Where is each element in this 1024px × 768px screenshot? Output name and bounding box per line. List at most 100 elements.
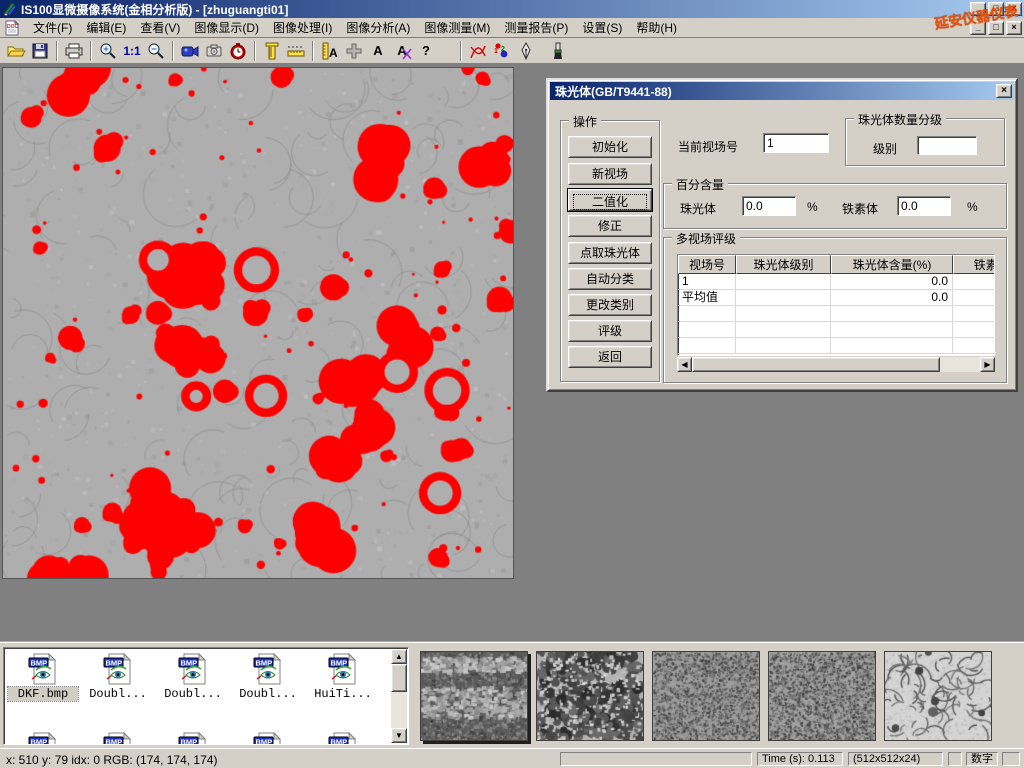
file-item-partial[interactable]: BMP bbox=[177, 732, 209, 745]
svg-text:BMP: BMP bbox=[31, 738, 48, 746]
mdi-close-button[interactable]: × bbox=[1006, 21, 1022, 35]
scroll-up-icon[interactable]: ▲ bbox=[391, 649, 407, 664]
new-field-button[interactable]: 新视场 bbox=[568, 163, 652, 185]
file-item-partial[interactable]: BMP bbox=[102, 732, 134, 745]
current-field-label: 当前视场号 bbox=[678, 138, 738, 155]
video-capture-button[interactable] bbox=[178, 39, 202, 63]
caliper-button[interactable] bbox=[260, 39, 284, 63]
cell: 平均值 bbox=[678, 290, 736, 306]
svg-text:BMP: BMP bbox=[181, 738, 198, 746]
correct-button[interactable]: 修正 bbox=[568, 215, 652, 237]
auto-classify-button[interactable]: 自动分类 bbox=[568, 268, 652, 290]
file-item-partial[interactable]: BMP bbox=[27, 732, 59, 745]
pick-pearlite-button[interactable]: 点取珠光体 bbox=[568, 242, 652, 264]
timer-button[interactable] bbox=[226, 39, 250, 63]
snapshot-button[interactable] bbox=[202, 39, 226, 63]
menu-item-image-measure[interactable]: 图像测量(M) bbox=[417, 17, 497, 38]
menu-item-image-analysis[interactable]: 图像分析(A) bbox=[339, 17, 417, 38]
bmp-file-icon: BMP bbox=[102, 653, 134, 685]
file-item[interactable]: BMPHuiTi... bbox=[308, 653, 378, 701]
horizontal-ruler-icon bbox=[286, 41, 306, 61]
table-row[interactable]: 1 0.0 bbox=[678, 274, 995, 290]
text-a-icon: A bbox=[373, 43, 382, 58]
help-button[interactable]: ? bbox=[414, 39, 438, 63]
file-item-partial[interactable]: BMP bbox=[327, 732, 359, 745]
dialog-close-icon[interactable]: × bbox=[996, 84, 1012, 98]
ruler-button[interactable] bbox=[284, 39, 308, 63]
file-name[interactable]: Doubl... bbox=[158, 687, 228, 701]
scroll-down-icon[interactable]: ▼ bbox=[391, 728, 407, 743]
count-label-button[interactable]: 21 bbox=[490, 39, 514, 63]
header-field-no[interactable]: 视场号 bbox=[678, 255, 736, 274]
document-icon[interactable]: DOC bbox=[4, 20, 20, 36]
change-class-button[interactable]: 更改类别 bbox=[568, 294, 652, 316]
help-icon: ? bbox=[422, 43, 430, 58]
file-item[interactable]: BMP Doubl... bbox=[83, 653, 153, 701]
ferrite-percent-input[interactable] bbox=[897, 196, 951, 216]
move-button[interactable] bbox=[342, 39, 366, 63]
bmp-file-icon: BMP bbox=[177, 732, 209, 745]
menu-item-edit[interactable]: 编辑(E) bbox=[79, 17, 133, 38]
toolbar: 1:1 A A A ? 21 bbox=[0, 38, 1024, 64]
micrograph-binarized-image[interactable] bbox=[2, 67, 514, 579]
file-item[interactable]: BMPDoubl... bbox=[158, 653, 228, 701]
text-button[interactable]: A bbox=[366, 39, 390, 63]
bmp-file-icon: BMP bbox=[27, 732, 59, 745]
current-field-input[interactable] bbox=[763, 133, 829, 153]
file-name[interactable]: Doubl... bbox=[83, 687, 153, 701]
save-button[interactable] bbox=[28, 39, 52, 63]
status-panel-time: Time (s): 0.113 bbox=[757, 752, 843, 766]
brush-button[interactable] bbox=[546, 39, 570, 63]
scroll-left-icon[interactable]: ◀ bbox=[677, 357, 692, 372]
text-effects-button[interactable]: A bbox=[390, 39, 414, 63]
thumbnail-image-4[interactable] bbox=[768, 651, 876, 741]
print-button[interactable] bbox=[62, 39, 86, 63]
header-ferrite-content[interactable]: 铁素体含量(%) bbox=[953, 255, 995, 274]
return-button[interactable]: 返回 bbox=[568, 346, 652, 368]
scroll-right-icon[interactable]: ▶ bbox=[980, 357, 995, 372]
menu-item-file[interactable]: 文件(F) bbox=[26, 17, 79, 38]
bmp-file-icon: BMP bbox=[252, 653, 284, 685]
thumbnail-image-1[interactable] bbox=[420, 651, 528, 741]
thumbnail-image-5[interactable] bbox=[884, 651, 992, 741]
file-item[interactable]: BMP Doubl... bbox=[233, 653, 303, 701]
bmp-file-icon: BMP bbox=[252, 732, 284, 745]
actual-size-button[interactable]: 1:1 bbox=[120, 39, 144, 63]
table-row[interactable]: 平均值 0.0 bbox=[678, 290, 995, 306]
thumbnail-image-2[interactable] bbox=[536, 651, 644, 741]
dialog-title-bar[interactable]: 珠光体(GB/T9441-88) bbox=[550, 82, 1014, 100]
file-name[interactable]: Doubl... bbox=[233, 687, 303, 701]
menu-item-view[interactable]: 查看(V) bbox=[133, 17, 187, 38]
svg-text:BMP: BMP bbox=[106, 738, 123, 746]
pearlite-percent-input[interactable] bbox=[742, 196, 796, 216]
measure-text-button[interactable]: A bbox=[318, 39, 342, 63]
status-bar: x: 510 y: 79 idx: 0 RGB: (174, 174, 174)… bbox=[0, 748, 1024, 768]
spline-button[interactable] bbox=[466, 39, 490, 63]
mdi-client-area: 珠光体(GB/T9441-88) × 操作 初始化 新视场 二值化 修正 点取珠… bbox=[0, 64, 1024, 641]
percent-group-label: 百分含量 bbox=[672, 176, 728, 193]
zoom-out-button[interactable] bbox=[144, 39, 168, 63]
menu-item-settings[interactable]: 设置(S) bbox=[575, 17, 629, 38]
thumbnail-image-3[interactable] bbox=[652, 651, 760, 741]
header-pearlite-level[interactable]: 珠光体级别 bbox=[736, 255, 831, 274]
initialize-button[interactable]: 初始化 bbox=[568, 136, 652, 158]
header-pearlite-content[interactable]: 珠光体含量(%) bbox=[831, 255, 953, 274]
file-item-partial[interactable]: BMP bbox=[252, 732, 284, 745]
zoom-in-button[interactable] bbox=[96, 39, 120, 63]
level-input[interactable] bbox=[917, 136, 977, 155]
pen-button[interactable] bbox=[514, 39, 538, 63]
menu-item-image-processing[interactable]: 图像处理(I) bbox=[266, 17, 339, 38]
grade-button[interactable]: 评级 bbox=[568, 320, 652, 342]
open-folder-icon bbox=[6, 41, 26, 61]
file-name[interactable]: DKF.bmp bbox=[8, 687, 78, 701]
scrollbar-thumb[interactable] bbox=[391, 664, 407, 692]
file-item[interactable]: BMPDKF.bmp bbox=[8, 653, 78, 701]
scrollbar-thumb[interactable] bbox=[692, 357, 940, 372]
menu-item-measure-report[interactable]: 测量报告(P) bbox=[497, 17, 575, 38]
open-button[interactable] bbox=[4, 39, 28, 63]
binarize-button[interactable]: 二值化 bbox=[568, 189, 652, 211]
menu-item-help[interactable]: 帮助(H) bbox=[629, 17, 684, 38]
file-name[interactable]: HuiTi... bbox=[308, 687, 378, 701]
menu-item-image-display[interactable]: 图像显示(D) bbox=[187, 17, 266, 38]
grading-group-label: 珠光体数量分级 bbox=[854, 111, 946, 128]
